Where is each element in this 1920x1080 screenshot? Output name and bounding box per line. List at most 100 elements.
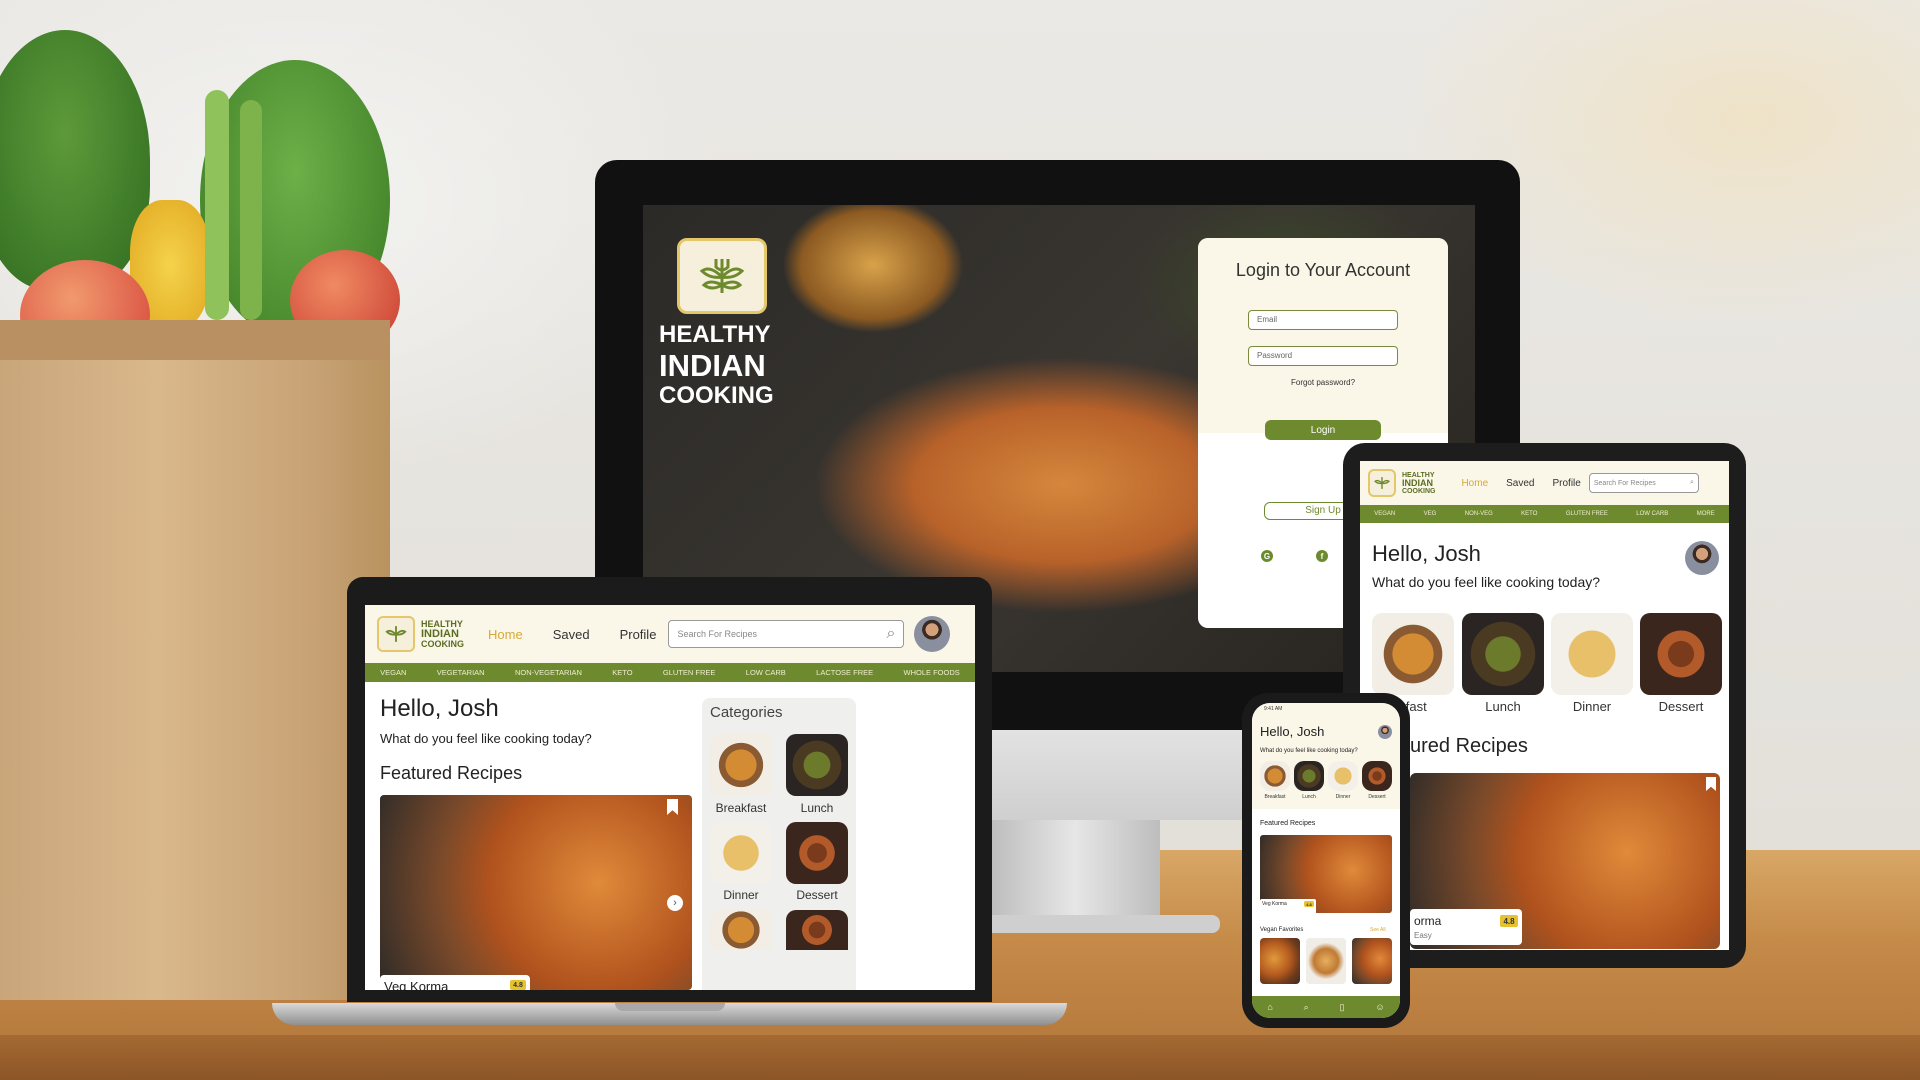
brand-line3: COOKING [421, 638, 465, 649]
laptop-notch [615, 1003, 725, 1011]
cat-gluten-free[interactable]: GLUTEN FREE [1566, 511, 1608, 517]
featured-recipe-card[interactable]: Veg Korma 4.8 [1260, 899, 1316, 915]
greeting-question: What do you feel like cooking today? [380, 731, 592, 746]
category-extra-image[interactable] [786, 910, 848, 950]
category-breakfast-image[interactable] [1372, 613, 1454, 695]
category-dessert-label: Dessert [1368, 794, 1386, 800]
featured-recipe-card[interactable]: Veg Korma 4.8 [380, 975, 530, 990]
featured-title: ured Recipes [1410, 735, 1528, 757]
facebook-icon[interactable]: f [1316, 550, 1328, 562]
profile-icon[interactable]: ☺ [1375, 1002, 1384, 1012]
search-input[interactable]: Search For Recipes ⌕ [1588, 473, 1699, 493]
cat-low-carb[interactable]: LOW CARB [746, 668, 786, 677]
categories-panel: Categories Breakfast Lunch Dinner Desser… [702, 698, 856, 990]
phone-tabbar: ⌂ ⌕ ▯ ☺ [1252, 996, 1400, 1018]
home-icon[interactable]: ⌂ [1267, 1002, 1272, 1012]
login-button[interactable]: Login [1265, 420, 1381, 440]
recipe-name: orma [1414, 914, 1442, 928]
category-dessert-image[interactable] [786, 822, 848, 884]
brand-wordmark: HEALTHY INDIAN COOKING [421, 619, 465, 649]
laptop-home-screen: HEALTHY INDIAN COOKING Home Saved Profil… [365, 605, 975, 990]
cat-lactose-free[interactable]: LACTOSE FREE [816, 668, 873, 677]
nav-profile[interactable]: Profile [1553, 478, 1581, 489]
search-input[interactable]: Search For Recipes ⌕ [668, 620, 905, 648]
laptop-nav: Home Saved Profile [488, 627, 656, 642]
cat-whole-foods[interactable]: WHOLE FOODS [904, 668, 960, 677]
leaf-fork-icon [699, 259, 745, 293]
cat-low-carb[interactable]: LOW CARB [1636, 511, 1668, 517]
category-dessert-image[interactable] [1362, 761, 1392, 791]
category-dinner-image[interactable] [1551, 613, 1633, 695]
brand-wordmark: HEALTHY INDIAN COOKING [659, 323, 774, 408]
cat-keto[interactable]: KETO [612, 668, 632, 677]
vegan-recipe-image[interactable] [1306, 938, 1346, 984]
category-breakfast-image[interactable] [1260, 761, 1290, 791]
categories-title: Categories [710, 704, 783, 721]
category-breakfast-image[interactable] [710, 734, 772, 796]
category-extra-image[interactable] [710, 910, 772, 950]
nav-home[interactable]: Home [1461, 478, 1488, 489]
bookmark-icon[interactable]: ▯ [1340, 1002, 1345, 1013]
vegan-favorites-title: Vegan Favorites [1260, 927, 1304, 933]
avatar[interactable] [1378, 725, 1392, 739]
greeting: Hello, Josh [380, 695, 499, 722]
cat-vegetarian[interactable]: VEGETARIAN [437, 668, 485, 677]
category-dinner-label: Dinner [1572, 699, 1612, 714]
phone-home-screen: 9:41 AM Hello, Josh What do you feel lik… [1252, 703, 1400, 1018]
rating-badge: 4.8 [510, 980, 526, 990]
password-field[interactable]: Password [1248, 346, 1398, 366]
next-arrow-icon[interactable]: › [667, 895, 683, 911]
search-icon[interactable]: ⌕ [886, 625, 895, 643]
nav-home[interactable]: Home [488, 627, 523, 642]
search-icon[interactable]: ⌕ [1690, 479, 1694, 487]
cat-non-vegetarian[interactable]: NON-VEGETARIAN [515, 668, 582, 677]
category-dinner-image[interactable] [710, 822, 772, 884]
category-lunch-image[interactable] [786, 734, 848, 796]
brand-line3: COOKING [659, 382, 774, 409]
nav-saved[interactable]: Saved [1506, 478, 1534, 489]
avatar[interactable] [914, 616, 951, 652]
category-breakfast-label: Breakfast [1264, 794, 1286, 800]
featured-recipe-image[interactable] [380, 795, 692, 990]
leaf-fork-icon [385, 626, 407, 642]
featured-recipe-card[interactable]: orma Easy 4.8 [1410, 909, 1522, 945]
status-time: 9:41 AM [1264, 706, 1283, 712]
see-all-link[interactable]: See All [1370, 927, 1386, 933]
cat-gluten-free[interactable]: GLUTEN FREE [663, 668, 716, 677]
cat-vegan[interactable]: VEGAN [1374, 511, 1395, 517]
search-icon[interactable]: ⌕ [1304, 1002, 1309, 1013]
bag-fold [0, 320, 390, 360]
cat-more[interactable]: MORE [1697, 511, 1715, 517]
login-title: Login to Your Account [1235, 260, 1411, 280]
category-breakfast-label: Breakfast [715, 801, 767, 815]
vegan-recipe-image[interactable] [1260, 938, 1300, 984]
greeting-question: What do you feel like cooking today? [1372, 574, 1601, 590]
google-icon[interactable]: G [1261, 550, 1273, 562]
cat-non-veg[interactable]: NON-VEG [1465, 511, 1493, 517]
avatar[interactable] [1685, 541, 1719, 575]
cat-vegan[interactable]: VEGAN [380, 668, 406, 677]
category-dinner-image[interactable] [1328, 761, 1358, 791]
category-lunch-image[interactable] [1462, 613, 1544, 695]
email-field[interactable]: Email [1248, 310, 1398, 330]
tablet-header: HEALTHY INDIAN COOKING Home Saved Profil… [1360, 461, 1729, 505]
category-dessert-image[interactable] [1640, 613, 1722, 695]
laptop-category-bar: VEGAN VEGETARIAN NON-VEGETARIAN KETO GLU… [365, 663, 975, 682]
cat-keto[interactable]: KETO [1521, 511, 1537, 517]
category-dessert-label: Dessert [1658, 699, 1704, 714]
category-lunch-label: Lunch [1302, 794, 1316, 800]
search-placeholder: Search For Recipes [677, 629, 757, 639]
brand-line2: INDIAN [1402, 477, 1433, 488]
nav-saved[interactable]: Saved [553, 627, 590, 642]
cat-veg[interactable]: VEG [1424, 511, 1437, 517]
category-lunch-image[interactable] [1294, 761, 1324, 791]
tablet-category-bar: VEGAN VEG NON-VEG KETO GLUTEN FREE LOW C… [1360, 505, 1729, 523]
category-lunch-label: Lunch [800, 801, 834, 815]
nav-profile[interactable]: Profile [620, 627, 657, 642]
brand-logo [677, 238, 767, 314]
forgot-password-link[interactable]: Forgot password? [1198, 378, 1448, 387]
leaf-fork-icon [1374, 477, 1390, 489]
vegan-recipe-image[interactable] [1352, 938, 1392, 984]
category-dessert-label: Dessert [796, 888, 838, 902]
greeting-question: What do you feel like cooking today? [1260, 748, 1358, 754]
